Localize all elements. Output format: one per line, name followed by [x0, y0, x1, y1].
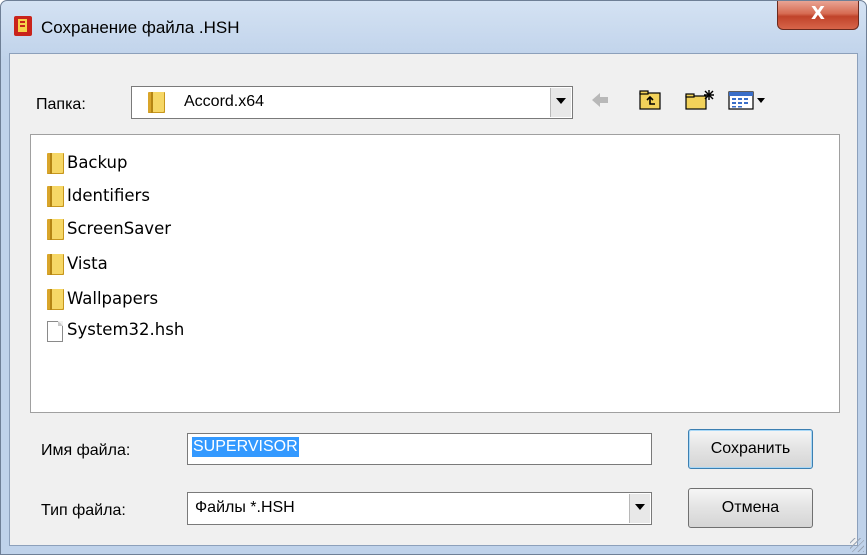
file-list[interactable]: Backup Identifiers ScreenSaver Vista Wal… — [30, 134, 840, 413]
save-button[interactable]: Сохранить — [688, 429, 813, 469]
filename-value: SUPERVISOR — [192, 437, 299, 457]
back-arrow-icon[interactable] — [590, 89, 610, 111]
save-dialog-window: Сохранение файла .HSH X Папка: Accord.x6… — [0, 0, 867, 555]
folder-icon — [47, 153, 64, 174]
title-bar[interactable]: Сохранение файла .HSH X — [1, 1, 866, 39]
chevron-down-icon[interactable] — [550, 88, 571, 117]
file-name: Backup — [67, 153, 128, 172]
close-icon: X — [811, 3, 825, 24]
folder-icon — [148, 92, 165, 113]
folder-icon — [47, 254, 64, 275]
filetype-select[interactable]: Файлы *.HSH — [187, 492, 652, 525]
file-name: ScreenSaver — [67, 219, 172, 238]
view-menu-icon[interactable] — [728, 89, 768, 111]
filename-label: Имя файла: — [41, 442, 131, 459]
folder-label: Папка: — [36, 96, 86, 113]
filetype-label: Тип файла: — [41, 502, 126, 519]
file-name: Vista — [67, 254, 108, 273]
up-folder-icon[interactable] — [638, 89, 662, 111]
filename-input[interactable]: SUPERVISOR — [187, 433, 652, 465]
filetype-value: Файлы *.HSH — [195, 499, 295, 516]
new-folder-icon[interactable] — [684, 89, 716, 111]
current-folder-name: Accord.x64 — [184, 93, 265, 110]
chevron-down-icon[interactable] — [629, 494, 650, 523]
folder-icon — [47, 219, 64, 240]
folder-combobox[interactable]: Accord.x64 — [131, 86, 573, 119]
file-name: Identifiers — [67, 186, 150, 205]
file-name: Wallpapers — [67, 289, 159, 308]
cancel-button[interactable]: Отмена — [688, 488, 813, 528]
app-icon — [14, 16, 32, 36]
file-name: System32.hsh — [67, 320, 185, 339]
folder-icon — [47, 186, 64, 207]
window-title: Сохранение файла .HSH — [41, 18, 240, 37]
resize-grip[interactable] — [850, 538, 864, 552]
folder-icon — [47, 289, 64, 310]
file-icon — [47, 321, 63, 342]
close-button[interactable]: X — [777, 1, 859, 30]
